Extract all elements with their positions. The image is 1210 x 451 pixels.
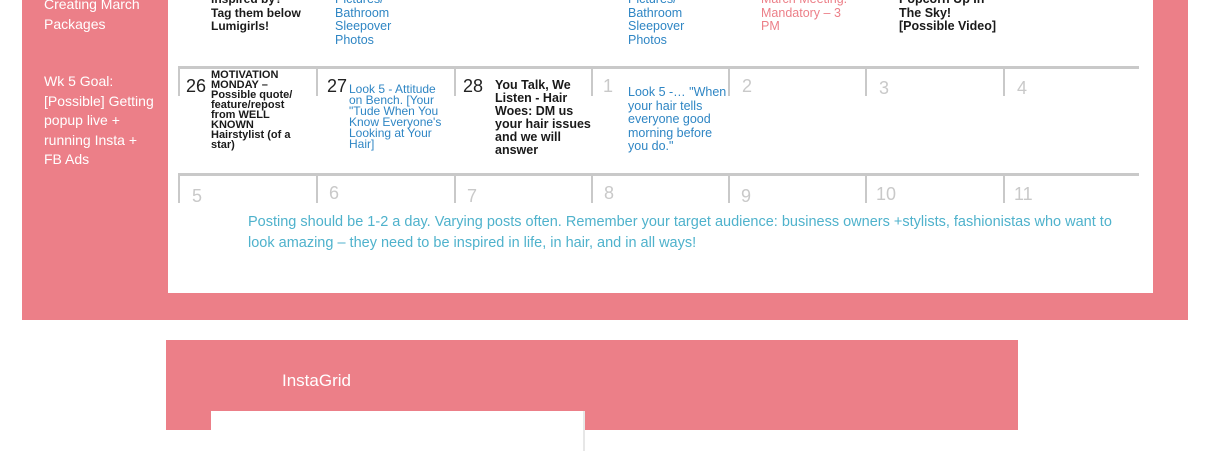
day-number: 10 xyxy=(876,184,897,204)
instagrid-panel: InstaGrid xyxy=(166,340,1018,451)
day-number: 3 xyxy=(879,78,890,98)
cell-28-text: You Talk, We Listen - Hair Woes: DM us y… xyxy=(495,78,591,157)
cell-top-march-meeting: March Meeting. Mandatory – 3 PM xyxy=(761,0,847,33)
cell-1-text: Look 5 -… "When your hair tells everyone… xyxy=(628,85,727,153)
day-number: 7 xyxy=(467,186,478,206)
cell-27-text: Look 5 - Attitude on Bench. [Your "Tude … xyxy=(349,82,442,151)
cell-top-sleepover-1: Pictures/ Bathroom Sleepover Photos xyxy=(335,0,392,47)
day-number: 27 xyxy=(327,76,348,96)
day-number: 9 xyxy=(741,186,752,206)
divider xyxy=(865,68,867,96)
divider xyxy=(316,175,318,203)
divider xyxy=(178,175,180,203)
cell-top-popcorn: Popcorn Up In The Sky! [Possible Video] xyxy=(899,0,997,33)
divider xyxy=(1003,175,1005,203)
week5-rule xyxy=(178,66,1139,69)
instagrid-title: InstaGrid xyxy=(282,371,351,390)
day-number: 5 xyxy=(192,186,203,206)
posting-note: Posting should be 1-2 a day. Varying pos… xyxy=(248,214,1112,251)
divider xyxy=(728,175,730,203)
day-number: 8 xyxy=(604,183,615,203)
divider xyxy=(178,68,180,96)
divider xyxy=(1003,68,1005,96)
sidebar-top-text: Creating March Packages xyxy=(44,0,140,32)
divider xyxy=(454,68,456,96)
cell-top-sleepover-2: Pictures/ Bathroom Sleepover Photos xyxy=(628,0,685,47)
calendar-grid: inspired by? Tag them below Lumigirls! P… xyxy=(168,0,1153,293)
divider xyxy=(865,175,867,203)
day-number: 11 xyxy=(1014,184,1033,204)
day-number: 4 xyxy=(1017,78,1028,98)
day-number: 1 xyxy=(603,76,614,96)
week6-rule xyxy=(178,173,1139,176)
week-goal-text: Wk 5 Goal: [Possible] Getting popup live… xyxy=(44,73,154,167)
day-number: 2 xyxy=(742,76,753,96)
divider xyxy=(316,68,318,96)
cell-top-lumigirls: inspired by? Tag them below Lumigirls! xyxy=(211,0,301,33)
day-number: 28 xyxy=(463,76,484,96)
day-number: 26 xyxy=(186,76,207,96)
instagrid-card xyxy=(211,411,585,451)
day-number: 6 xyxy=(329,183,340,203)
divider xyxy=(591,175,593,203)
cell-26-text: MOTIVATION MONDAY – Possible quote/ feat… xyxy=(211,69,293,151)
divider xyxy=(454,175,456,203)
